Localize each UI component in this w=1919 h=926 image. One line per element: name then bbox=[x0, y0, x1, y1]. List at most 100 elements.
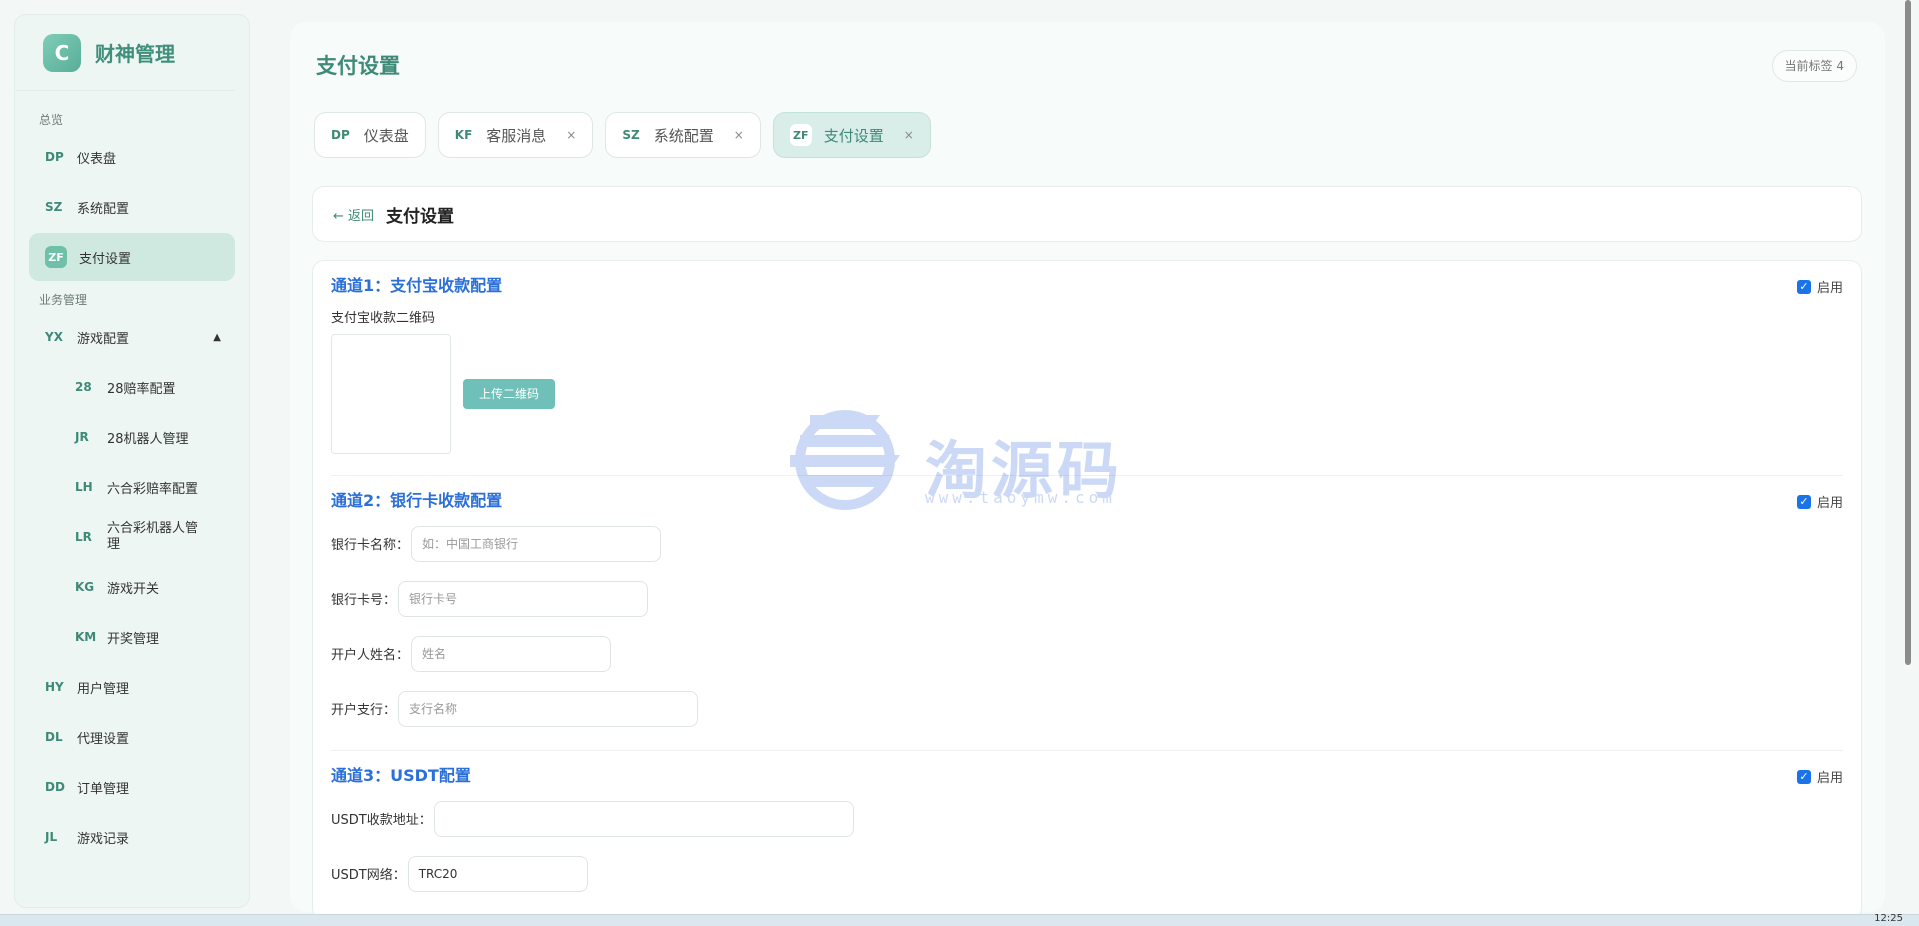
account-holder-input[interactable]: 姓名 bbox=[411, 635, 612, 672]
caret-up-icon: ▲ bbox=[213, 331, 221, 343]
close-icon[interactable]: × bbox=[734, 128, 744, 142]
sidebar-item-users[interactable]: HY 用户管理 bbox=[29, 663, 235, 711]
nav-code: KG bbox=[75, 580, 95, 594]
tab-payment-settings[interactable]: ZF 支付设置 × bbox=[772, 112, 931, 158]
sidebar-item-game-records[interactable]: JL 游戏记录 bbox=[29, 813, 235, 861]
checkbox-checked-icon[interactable]: ✓ bbox=[1796, 769, 1811, 784]
sidebar-item-dashboard[interactable]: DP 仪表盘 bbox=[29, 133, 235, 181]
nav-code: DL bbox=[45, 730, 63, 744]
bank-name-input[interactable]: 如：中国工商银行 bbox=[411, 525, 662, 562]
usdt-network-label: USDT网络： bbox=[331, 868, 406, 883]
main-scrollbar[interactable] bbox=[1903, 0, 1913, 910]
page-title: 支付设置 bbox=[316, 54, 400, 78]
nav-label: 28赔率配置 bbox=[107, 381, 176, 397]
sidebar-item-lhc-odds[interactable]: LH 六合彩赔率配置 bbox=[29, 463, 235, 511]
form-row: USDT网络： TRC20 bbox=[331, 846, 1843, 901]
back-link[interactable]: ← 返回 bbox=[333, 205, 374, 224]
channel-title: 通道1：支付宝收款配置 bbox=[331, 276, 503, 295]
sidebar-item-lhc-robots[interactable]: LR 六合彩机器人管理 bbox=[29, 513, 235, 561]
tab-customer-messages[interactable]: KF 客服消息 × bbox=[437, 112, 594, 158]
account-holder-label: 开户人姓名： bbox=[331, 648, 410, 663]
nav-label: 开奖管理 bbox=[107, 631, 160, 647]
usdt-address-label: USDT收款地址： bbox=[331, 813, 432, 828]
nav-code: DP bbox=[45, 150, 64, 164]
qr-label: 支付宝收款二维码 bbox=[331, 311, 436, 326]
enable-label: 启用 bbox=[1816, 771, 1843, 786]
sidebar-item-draw-management[interactable]: KM 开奖管理 bbox=[29, 613, 235, 661]
sidebar-item-payment-settings[interactable]: ZF 支付设置 bbox=[29, 233, 235, 281]
sidebar-item-orders[interactable]: DD 订单管理 bbox=[29, 763, 235, 811]
taskbar-time: 12:25 bbox=[1874, 913, 1903, 924]
tab-code: SZ bbox=[622, 128, 640, 142]
channel-bank: 通道2：银行卡收款配置 ✓ 启用 银行卡名称： 如：中国工商银行 银行卡号： 银… bbox=[313, 476, 1861, 750]
channel-alipay: 通道1：支付宝收款配置 ✓ 启用 支付宝收款二维码 上传二维码 bbox=[313, 261, 1861, 475]
branch-label: 开户支行： bbox=[331, 703, 397, 718]
tab-label: 支付设置 bbox=[823, 126, 884, 145]
enable-toggle[interactable]: ✓ 启用 bbox=[1796, 767, 1843, 786]
sidebar-item-28-robots[interactable]: JR 28机器人管理 bbox=[29, 413, 235, 461]
payment-config-card: 通道1：支付宝收款配置 ✓ 启用 支付宝收款二维码 上传二维码 通道2：银行卡收… bbox=[312, 260, 1862, 920]
sidebar-item-system-config[interactable]: SZ 系统配置 bbox=[29, 183, 235, 231]
tab-label: 系统配置 bbox=[653, 126, 714, 145]
tab-dashboard[interactable]: DP 仪表盘 bbox=[314, 112, 426, 158]
nav-code: JR bbox=[75, 430, 89, 444]
channel-usdt: 通道3：USDT配置 ✓ 启用 USDT收款地址： USDT网络： TRC20 bbox=[313, 751, 1861, 901]
page-header-card: ← 返回 支付设置 bbox=[312, 186, 1862, 242]
nav-label: 六合彩赔率配置 bbox=[107, 481, 199, 497]
form-row: 银行卡名称： 如：中国工商银行 bbox=[331, 516, 1843, 571]
sidebar-item-game-switch[interactable]: KG 游戏开关 bbox=[29, 563, 235, 611]
nav-code: KM bbox=[75, 630, 97, 644]
usdt-network-input[interactable]: TRC20 bbox=[407, 855, 588, 892]
tab-label: 仪表盘 bbox=[363, 126, 409, 145]
brand[interactable]: C 财神管理 bbox=[15, 15, 235, 91]
enable-label: 启用 bbox=[1816, 281, 1843, 296]
tab-code: ZF bbox=[789, 124, 812, 146]
tag-count-badge: 当前标签 4 bbox=[1771, 50, 1857, 82]
nav-code: LH bbox=[75, 480, 93, 494]
form-row: 开户支行： 支行名称 bbox=[331, 681, 1843, 736]
enable-label: 启用 bbox=[1816, 496, 1843, 511]
channel-title: 通道2：银行卡收款配置 bbox=[331, 491, 503, 510]
usdt-address-input[interactable] bbox=[433, 800, 854, 837]
checkbox-checked-icon[interactable]: ✓ bbox=[1796, 494, 1811, 509]
nav-label: 支付设置 bbox=[79, 251, 132, 267]
bank-name-label: 银行卡名称： bbox=[331, 538, 410, 553]
checkbox-checked-icon[interactable]: ✓ bbox=[1796, 279, 1811, 294]
section-title-overview: 总览 bbox=[39, 113, 64, 127]
qr-code-preview bbox=[331, 334, 451, 454]
sidebar-item-game-config[interactable]: YX 游戏配置 ▲ bbox=[29, 313, 235, 361]
branch-input[interactable]: 支行名称 bbox=[398, 690, 699, 727]
channel-title: 通道3：USDT配置 bbox=[331, 766, 471, 785]
main-scroll-thumb[interactable] bbox=[1905, 0, 1911, 665]
nav-label: 游戏记录 bbox=[77, 831, 130, 847]
nav-code: ZF bbox=[45, 246, 67, 268]
sidebar-item-agents[interactable]: DL 代理设置 bbox=[29, 713, 235, 761]
form-row: 银行卡号： 银行卡号 bbox=[331, 571, 1843, 626]
enable-toggle[interactable]: ✓ 启用 bbox=[1796, 492, 1843, 511]
card-number-input[interactable]: 银行卡号 bbox=[398, 580, 649, 617]
brand-logo: C bbox=[43, 33, 81, 72]
nav-label: 仪表盘 bbox=[77, 151, 117, 167]
nav-code: HY bbox=[45, 680, 64, 694]
nav-label: 用户管理 bbox=[77, 681, 130, 697]
close-icon[interactable]: × bbox=[904, 128, 914, 142]
nav-label: 代理设置 bbox=[77, 731, 130, 747]
enable-toggle[interactable]: ✓ 启用 bbox=[1796, 277, 1843, 296]
nav-label: 六合彩机器人管理 bbox=[107, 521, 199, 552]
tab-system-config[interactable]: SZ 系统配置 × bbox=[605, 112, 761, 158]
nav-label: 系统配置 bbox=[77, 201, 130, 217]
taskbar: 12:25 bbox=[0, 913, 1919, 926]
form-row: USDT收款地址： bbox=[331, 791, 1843, 846]
sidebar-item-28-odds[interactable]: 28 28赔率配置 bbox=[29, 363, 235, 411]
close-icon[interactable]: × bbox=[566, 128, 576, 142]
nav-code: DD bbox=[45, 780, 65, 794]
tab-bar: DP 仪表盘 KF 客服消息 × SZ 系统配置 × ZF 支付设置 × bbox=[314, 112, 931, 158]
upload-qr-button[interactable]: 上传二维码 bbox=[463, 379, 556, 409]
main-panel: 支付设置 当前标签 4 DP 仪表盘 KF 客服消息 × SZ 系统配置 × Z… bbox=[290, 22, 1885, 920]
nav-code: YX bbox=[45, 330, 63, 344]
nav-label: 游戏开关 bbox=[107, 581, 160, 597]
nav-code: SZ bbox=[45, 200, 63, 214]
card-number-label: 银行卡号： bbox=[331, 593, 397, 608]
sidebar: C 财神管理 总览 DP 仪表盘 SZ 系统配置 ZF 支付设置 业务管理 YX… bbox=[14, 14, 250, 908]
tab-label: 客服消息 bbox=[486, 126, 547, 145]
